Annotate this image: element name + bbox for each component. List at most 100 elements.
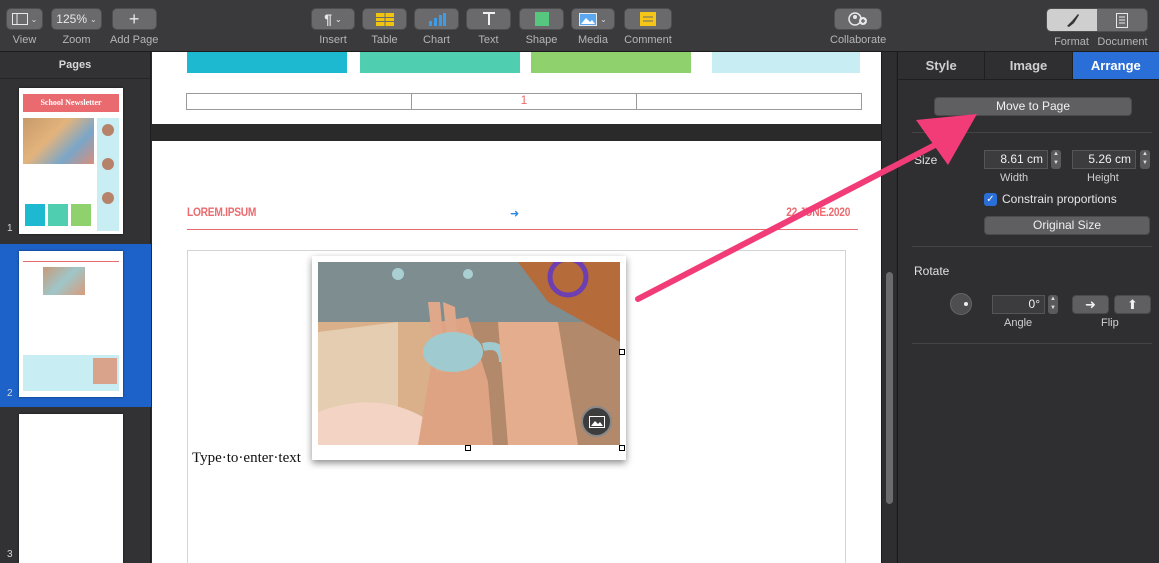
divider <box>912 343 1152 344</box>
clay-photo-illustration <box>318 262 620 445</box>
media-icon <box>579 12 598 26</box>
newsletter-title: School Newsletter <box>40 98 102 107</box>
width-stepper[interactable]: ▲ ▼ <box>1051 150 1061 169</box>
table-button[interactable] <box>362 8 407 30</box>
rotate-dial[interactable] <box>950 293 972 315</box>
table-cell-page-number[interactable]: 1 <box>412 94 637 109</box>
table-label: Table <box>371 34 398 46</box>
vertical-scrollbar[interactable] <box>881 52 896 563</box>
page-thumbnail-2[interactable]: 2 <box>0 244 151 407</box>
document-button[interactable] <box>1097 9 1147 31</box>
green-color-block <box>531 52 691 73</box>
resize-handle[interactable] <box>619 445 625 451</box>
shape-control[interactable]: Shape <box>519 8 564 46</box>
teal-color-block <box>187 52 347 73</box>
text-label: Text <box>478 34 499 46</box>
move-to-page-button[interactable]: Move to Page <box>934 97 1132 116</box>
scrollbar-thumb[interactable] <box>886 272 893 504</box>
zoom-control[interactable]: 125% ⌄ Zoom <box>51 8 102 46</box>
document-canvas[interactable]: 1 LOREM.IPSUM ➜ 22 JUNE.2020 Type·to·ent… <box>152 52 881 563</box>
shape-label: Shape <box>525 34 558 46</box>
flip-horizontal-button[interactable]: ➜ <box>1072 295 1109 314</box>
chart-icon <box>428 12 446 26</box>
pages-sidebar: Pages School Newsletter 1 2 3 <box>0 52 151 563</box>
chart-control[interactable]: Chart <box>414 8 459 46</box>
add-page-control[interactable]: + Add Page <box>110 8 158 46</box>
flip-vertical-button[interactable]: ⬆ <box>1114 295 1151 314</box>
original-size-button[interactable]: Original Size <box>984 216 1150 235</box>
header-date-text[interactable]: 22 JUNE.2020 <box>786 205 850 219</box>
chart-label: Chart <box>423 34 450 46</box>
tab-style[interactable]: Style <box>898 52 986 79</box>
chevron-down-icon: ⌄ <box>600 14 607 24</box>
add-page-button[interactable]: + <box>111 8 157 30</box>
comment-control[interactable]: Comment <box>624 8 672 46</box>
resize-handle[interactable] <box>465 445 471 451</box>
view-control[interactable]: ⌄ View <box>6 8 43 46</box>
sidebar-icon <box>11 13 28 25</box>
height-field[interactable]: 5.26 cm <box>1072 150 1136 169</box>
resize-handle[interactable] <box>619 349 625 355</box>
table-cell[interactable] <box>637 94 861 109</box>
comment-label: Comment <box>624 34 672 46</box>
paintbrush-icon <box>1067 14 1079 27</box>
add-page-label: Add Page <box>110 34 159 46</box>
constrain-label: Constrain proportions <box>1002 192 1117 206</box>
format-label: Format <box>1054 36 1089 48</box>
header-left-text[interactable]: LOREM.IPSUM <box>187 205 256 219</box>
angle-stepper[interactable]: ▲ ▼ <box>1048 295 1058 314</box>
inspector-segmented-control[interactable] <box>1046 8 1148 32</box>
media-button[interactable]: ⌄ <box>571 8 615 30</box>
constrain-checkbox[interactable]: ✓ <box>984 193 997 206</box>
chart-button[interactable] <box>414 8 459 30</box>
divider <box>912 246 1152 247</box>
shape-icon <box>534 12 549 26</box>
info-box <box>23 355 119 391</box>
sidebar-column <box>97 118 119 231</box>
zoom-button[interactable]: 125% ⌄ <box>51 8 102 30</box>
collaborate-button[interactable] <box>834 8 883 30</box>
chevron-down-icon: ⌄ <box>30 14 38 24</box>
table-control[interactable]: Table <box>362 8 407 46</box>
insert-button[interactable]: ¶ ⌄ <box>311 8 355 30</box>
width-field[interactable]: 8.61 cm <box>984 150 1048 169</box>
teal-block <box>25 204 45 226</box>
chevron-down-icon: ⌄ <box>90 14 97 24</box>
page-1: 1 <box>152 52 881 124</box>
table-cell[interactable] <box>187 94 412 109</box>
media-control[interactable]: ⌄ Media <box>571 8 615 46</box>
replace-image-icon[interactable] <box>581 406 612 437</box>
collaborate-control[interactable]: Collaborate <box>830 8 886 46</box>
footer-table[interactable]: 1 <box>186 93 862 110</box>
collaborate-label: Collaborate <box>830 34 887 46</box>
format-button[interactable] <box>1047 9 1097 31</box>
height-stepper[interactable]: ▲ ▼ <box>1140 150 1150 169</box>
text-button[interactable] <box>466 8 511 30</box>
tab-image[interactable]: Image <box>985 52 1073 79</box>
page-2: LOREM.IPSUM ➜ 22 JUNE.2020 Type·to·enter… <box>152 141 881 563</box>
tab-arrow-icon: ➜ <box>510 208 520 220</box>
toolbar: ⌄ View 125% ⌄ Zoom + Add Page ¶ ⌄ Insert <box>0 0 1159 52</box>
body-placeholder-text[interactable]: Type·to·enter·text <box>192 450 301 467</box>
newsletter-banner: School Newsletter <box>23 94 119 112</box>
document-label: Document <box>1097 36 1148 48</box>
insert-control[interactable]: ¶ ⌄ Insert <box>311 8 355 46</box>
shape-button[interactable] <box>519 8 564 30</box>
page-thumbnail-1[interactable]: School Newsletter 1 <box>0 79 151 244</box>
clay-elephant-photo[interactable] <box>318 262 620 445</box>
view-button[interactable]: ⌄ <box>6 8 43 30</box>
mint-color-block <box>360 52 520 73</box>
angle-field[interactable]: 0° <box>992 295 1045 314</box>
page-3-preview <box>19 414 123 563</box>
text-control[interactable]: Text <box>466 8 511 46</box>
inspector-switch[interactable]: Format Document <box>1046 8 1148 48</box>
angle-label: Angle <box>1004 317 1033 329</box>
document-icon <box>1116 12 1128 28</box>
pilcrow-icon: ¶ <box>324 11 333 27</box>
page-thumbnail-3[interactable]: 3 <box>0 407 151 563</box>
tab-arrange[interactable]: Arrange <box>1072 52 1159 79</box>
comment-button[interactable] <box>624 8 672 30</box>
table-icon <box>375 12 394 26</box>
page-2-preview <box>19 251 123 397</box>
image-frame[interactable] <box>312 256 626 460</box>
